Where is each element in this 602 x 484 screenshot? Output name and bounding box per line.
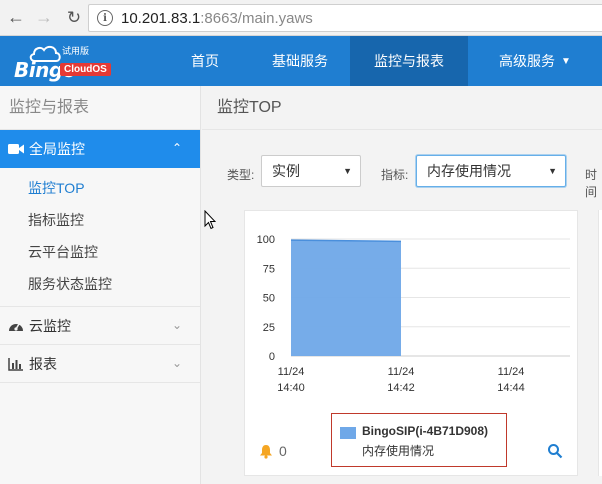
url-host: 10.201.83.1 — [121, 9, 201, 27]
x-tick-date: 11/24 — [278, 366, 305, 378]
x-tick-time: 14:44 — [497, 382, 525, 394]
nav-advanced-services[interactable]: 高级服务 ▼ — [468, 36, 602, 86]
chart-legend[interactable]: BingoSIP(i-4B71D908) 内存使用情况 — [331, 413, 507, 467]
sidebar-item-service-status-monitor[interactable]: 服务状态监控 — [0, 268, 200, 300]
dashboard-gauge-icon — [8, 319, 24, 333]
caret-down-icon: ▼ — [561, 55, 571, 67]
nav-basic-services[interactable]: 基础服务 — [250, 36, 350, 86]
chevron-up-icon: ⌃ — [171, 141, 182, 155]
chevron-down-icon: ⌄ — [171, 318, 182, 332]
sidebar-item-monitor-top[interactable]: 监控TOP — [0, 172, 200, 204]
sidebar-submenu: 监控TOP 指标监控 云平台监控 服务状态监控 — [0, 168, 200, 307]
sidebar-group-label: 报表 — [29, 355, 57, 372]
y-tick-label: 0 — [269, 351, 275, 363]
type-select[interactable]: 实例 ▼ — [261, 155, 361, 187]
sidebar-item-cloud-platform-monitor[interactable]: 云平台监控 — [0, 236, 200, 268]
info-icon[interactable]: i — [97, 10, 113, 26]
sidebar-item-metric-monitor[interactable]: 指标监控 — [0, 204, 200, 236]
video-camera-icon — [8, 142, 24, 156]
logo-trial-label: 试用版 — [62, 46, 90, 56]
x-tick-date: 11/24 — [388, 366, 415, 378]
reload-icon[interactable]: ↻ — [62, 6, 86, 30]
legend-series-metric: 内存使用情况 — [362, 444, 435, 458]
x-tick-time: 14:42 — [387, 382, 415, 394]
type-select-value: 实例 — [272, 163, 300, 179]
sidebar-title: 监控与报表 — [0, 86, 200, 130]
sidebar-group-reports[interactable]: 报表 ⌄ — [0, 345, 200, 383]
metric-label: 指标: — [381, 168, 409, 182]
nav-monitoring-reports[interactable]: 监控与报表 — [350, 36, 468, 86]
search-icon[interactable] — [547, 443, 563, 459]
time-label: 时间 — [585, 168, 598, 199]
caret-down-icon: ▼ — [343, 166, 352, 176]
main-content: 监控TOP 类型: 实例 ▼ 指标: 内存使用情况 ▼ 时间 0 25 50 75 10… — [202, 86, 602, 484]
legend-series-name: BingoSIP(i-4B71D908) — [362, 424, 489, 438]
page-title: 监控TOP — [202, 86, 602, 130]
url-path: :8663/main.yaws — [200, 9, 313, 27]
filter-bar: 类型: 实例 ▼ 指标: 内存使用情况 ▼ 时间 — [202, 130, 602, 210]
sidebar-group-label: 云监控 — [29, 317, 71, 334]
y-tick-label: 25 — [263, 322, 275, 334]
sidebar: 监控与报表 全局监控 ⌃ 监控TOP 指标监控 云平台监控 服务状态监控 云监控… — [0, 86, 201, 484]
alarm-indicator[interactable]: 0 — [259, 443, 287, 459]
x-tick-time: 14:40 — [277, 382, 305, 394]
bar-chart-icon — [8, 357, 24, 371]
chevron-down-icon: ⌄ — [171, 356, 182, 370]
caret-down-icon: ▼ — [548, 166, 557, 176]
type-label: 类型: — [227, 168, 255, 182]
top-navbar: 试用版 Bingo CloudOS 首页 基础服务 监控与报表 高级服务 ▼ — [0, 36, 602, 86]
series-area — [291, 240, 401, 356]
chart-card: 0 25 50 75 100 11/24 14:40 11/24 14:42 11/24 14:44… — [244, 210, 578, 476]
alarm-count: 0 — [279, 443, 287, 459]
y-tick-label: 50 — [263, 293, 275, 305]
address-bar[interactable]: i 10.201.83.1:8663/main.yaws — [88, 4, 602, 32]
forward-arrow-icon[interactable]: → — [32, 6, 56, 30]
sidebar-group-label: 全局监控 — [29, 141, 85, 157]
metric-select[interactable]: 内存使用情况 ▼ — [416, 155, 566, 187]
nav-home[interactable]: 首页 — [160, 36, 250, 86]
y-tick-label: 100 — [257, 234, 275, 246]
next-card-edge — [598, 210, 602, 476]
x-tick-date: 11/24 — [498, 366, 525, 378]
memory-usage-chart: 0 25 50 75 100 11/24 14:40 11/24 14:42 11/24 14:44 — [257, 234, 570, 394]
logo[interactable]: 试用版 Bingo CloudOS — [0, 36, 160, 86]
browser-toolbar: ← → ↻ i 10.201.83.1:8663/main.yaws — [0, 0, 602, 36]
logo-product-badge: CloudOS — [60, 63, 111, 76]
sidebar-group-cloud-monitor[interactable]: 云监控 ⌄ — [0, 307, 200, 345]
back-arrow-icon[interactable]: ← — [4, 6, 28, 30]
sidebar-group-global-monitor[interactable]: 全局监控 ⌃ — [0, 130, 200, 168]
y-tick-label: 75 — [263, 263, 275, 275]
bell-icon — [260, 444, 272, 459]
legend-swatch — [340, 427, 356, 439]
metric-select-value: 内存使用情况 — [427, 163, 511, 179]
